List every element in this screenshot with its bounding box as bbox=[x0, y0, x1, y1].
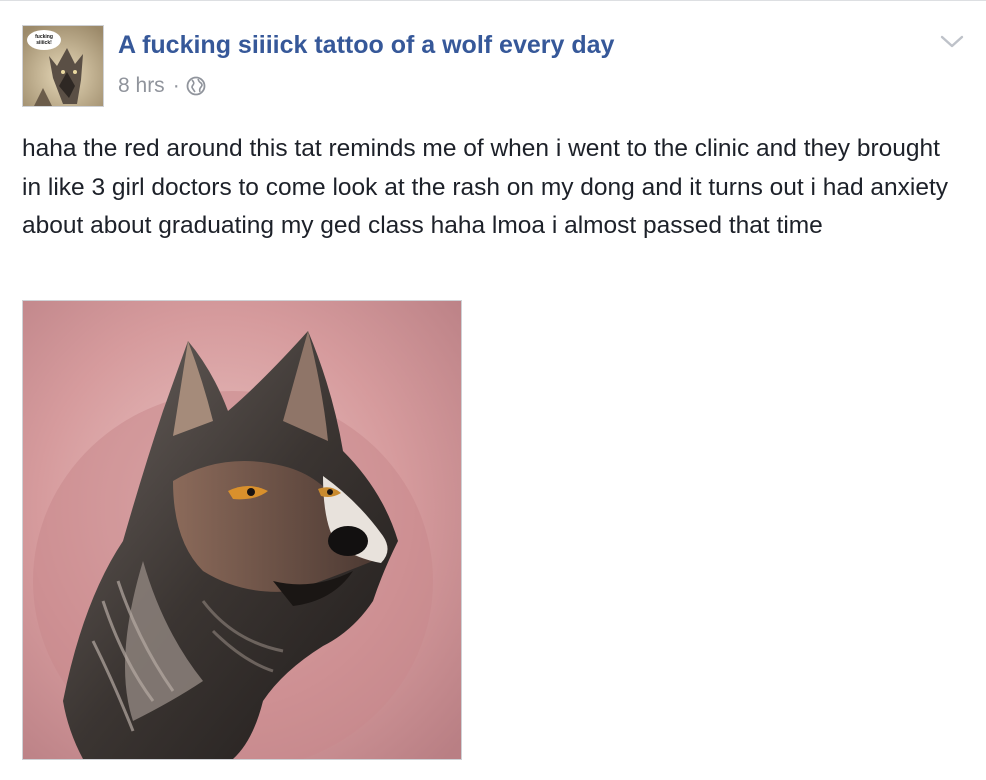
timestamp-link[interactable]: 8 hrs bbox=[118, 74, 165, 98]
globe-icon[interactable] bbox=[186, 76, 206, 96]
post-message: haha the red around this tat reminds me … bbox=[22, 135, 949, 239]
post-card: fucking siiiick! A fucking siiiick tatto… bbox=[0, 0, 986, 780]
page-avatar[interactable]: fucking siiiick! bbox=[22, 25, 104, 107]
post-meta: 8 hrs · bbox=[118, 74, 206, 98]
wolf-tattoo-image bbox=[23, 301, 461, 759]
post-photo[interactable] bbox=[22, 300, 462, 760]
chevron-down-icon[interactable] bbox=[938, 31, 966, 51]
page-name-link[interactable]: A fucking siiiick tattoo of a wolf every… bbox=[118, 31, 614, 60]
avatar-badge: fucking siiiick! bbox=[27, 30, 61, 50]
meta-separator: · bbox=[172, 74, 180, 97]
